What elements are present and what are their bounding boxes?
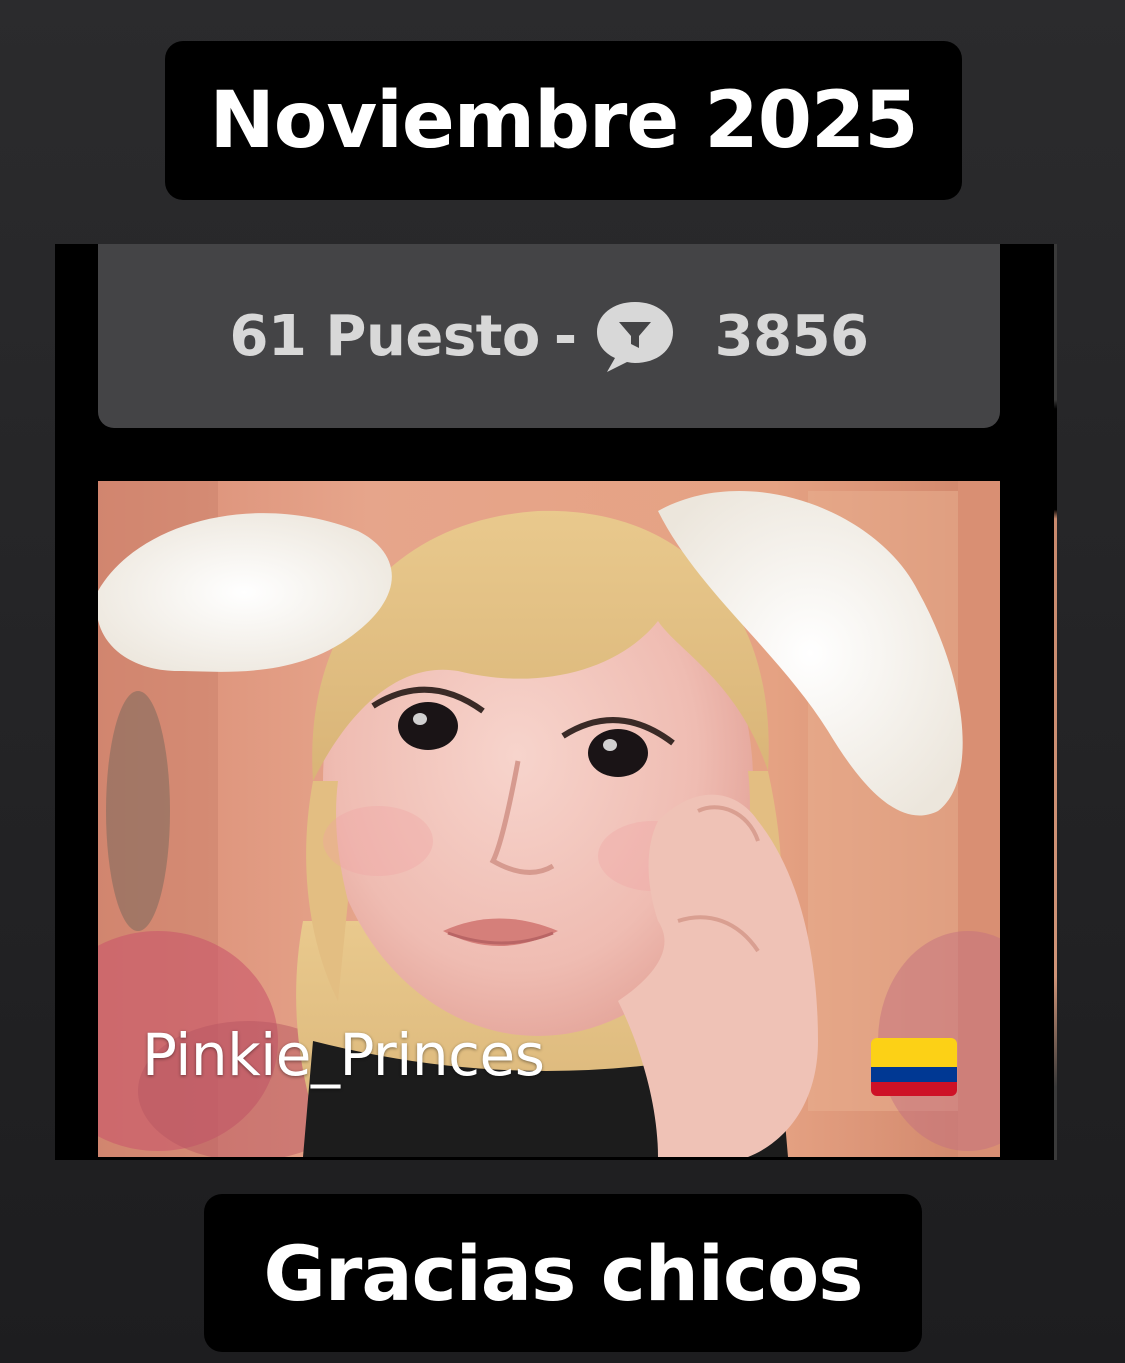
rank-separator: -	[553, 303, 577, 369]
adjacent-card-edge	[1054, 244, 1057, 1160]
model-username[interactable]: Pinkie_Princes	[142, 1021, 545, 1089]
colombia-flag-icon	[871, 1038, 957, 1096]
flag-band-yellow	[871, 1038, 957, 1067]
top-caption-text: Noviembre 2025	[209, 75, 918, 166]
flag-band-blue	[871, 1067, 957, 1082]
rank-position: 61 Puesto	[229, 303, 541, 369]
flag-band-red	[871, 1081, 957, 1096]
bottom-caption-text: Gracias chicos	[263, 1228, 864, 1318]
model-photo-card[interactable]: Pinkie_Princes	[98, 481, 1000, 1157]
rank-score: 3856	[714, 303, 869, 369]
bottom-caption: Gracias chicos	[204, 1194, 922, 1352]
screenshot-panel: 61 Puesto - 3856 Pinkie_Princes	[55, 244, 1057, 1160]
rank-card: 61 Puesto - 3856	[98, 244, 1000, 428]
chat-bubble-icon	[593, 298, 677, 374]
top-caption: Noviembre 2025	[165, 41, 962, 200]
